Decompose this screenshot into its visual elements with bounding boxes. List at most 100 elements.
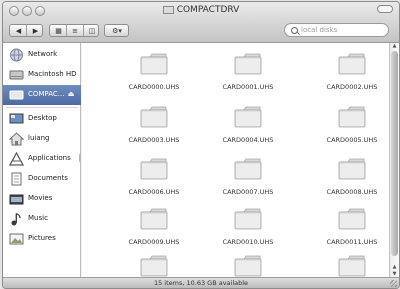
- file-item[interactable]: [317, 253, 387, 277]
- file-label: CARD0004.UHS: [222, 136, 274, 144]
- folder-icon: [338, 53, 366, 75]
- folder-icon: [140, 53, 168, 75]
- file-item[interactable]: CARD0001.UHS: [213, 51, 283, 101]
- sidebar-item-desktop[interactable]: Desktop: [3, 109, 81, 129]
- sidebar-item-network[interactable]: Network: [3, 45, 81, 65]
- file-item[interactable]: [213, 253, 283, 277]
- folder-icon: [140, 208, 168, 230]
- movies-icon: [9, 194, 24, 205]
- sidebar-item-label: luiang: [28, 134, 50, 142]
- file-label: CARD0007.UHS: [222, 188, 274, 196]
- scroll-up-icon[interactable]: ▲: [391, 264, 398, 270]
- sidebar-resize-handle[interactable]: [79, 154, 81, 162]
- file-label: CARD0008.UHS: [326, 188, 378, 196]
- status-text: 15 items, 10.63 GB available: [153, 279, 249, 287]
- column-view-icon: ◫: [88, 26, 96, 35]
- folder-icon: [338, 255, 366, 277]
- status-bar: 15 items, 10.63 GB available: [3, 277, 399, 288]
- home-icon: [9, 132, 24, 146]
- sidebar-item-compactdrv[interactable]: COMPAC... ⏏: [3, 85, 81, 105]
- music-icon: [11, 212, 21, 226]
- folder-icon: [338, 106, 366, 128]
- file-label: CARD0009.UHS: [128, 238, 180, 246]
- sidebar-item-label: COMPAC...: [28, 90, 65, 98]
- sidebar-item-documents[interactable]: Documents: [3, 169, 81, 189]
- file-item[interactable]: CARD0000.UHS: [119, 51, 189, 101]
- hard-disk-icon: [9, 70, 24, 80]
- folder-icon: [140, 158, 168, 180]
- file-item[interactable]: CARD0006.UHS: [119, 156, 189, 206]
- pictures-icon: [9, 233, 24, 245]
- folder-icon: [234, 255, 262, 277]
- file-label: CARD0000.UHS: [128, 83, 180, 91]
- search-field[interactable]: local disks: [284, 23, 389, 37]
- folder-icon: [140, 255, 168, 277]
- file-label: CARD0010.UHS: [222, 238, 274, 246]
- desktop-icon: [9, 113, 24, 124]
- window-title: COMPACTDRV: [3, 5, 399, 15]
- file-label: CARD0005.UHS: [326, 136, 378, 144]
- sidebar-item-label: Movies: [28, 194, 53, 202]
- sidebar-item-label: Macintosh HD: [28, 70, 77, 78]
- toolbar-toggle-button[interactable]: [377, 5, 393, 13]
- gear-icon: ⚙▾: [112, 26, 122, 35]
- applications-icon: [9, 152, 24, 166]
- documents-icon: [11, 172, 22, 186]
- list-view-icon: ≡: [72, 26, 78, 35]
- column-view-button[interactable]: ◫: [83, 25, 100, 36]
- folder-icon: [234, 106, 262, 128]
- file-item[interactable]: CARD0011.UHS: [317, 206, 387, 256]
- sidebar-item-label: Applications: [28, 154, 71, 162]
- file-label: CARD0001.UHS: [222, 83, 274, 91]
- file-item[interactable]: CARD0009.UHS: [119, 206, 189, 256]
- folder-icon: [234, 208, 262, 230]
- file-label: CARD0011.UHS: [326, 238, 378, 246]
- sidebar-item-macintosh-hd[interactable]: Macintosh HD: [3, 65, 81, 85]
- folder-icon: [338, 158, 366, 180]
- icon-view-icon[interactable]: ▦: [50, 25, 67, 36]
- sidebar-item-label: Documents: [28, 174, 68, 182]
- file-item[interactable]: CARD0010.UHS: [213, 206, 283, 256]
- file-item[interactable]: CARD0004.UHS: [213, 104, 283, 154]
- action-menu-button[interactable]: ⚙▾: [104, 24, 129, 37]
- sidebar-item-label: Network: [28, 50, 58, 58]
- forward-arrow-icon: ▶: [32, 26, 39, 35]
- sidebar-item-movies[interactable]: Movies: [3, 189, 81, 209]
- network-globe-icon: [10, 48, 23, 62]
- back-arrow-icon[interactable]: ◀: [10, 25, 27, 36]
- resize-grip-icon[interactable]: [390, 280, 397, 287]
- folder-icon: [338, 208, 366, 230]
- sidebar-item-label: Music: [28, 214, 48, 222]
- forward-button[interactable]: ▶: [26, 25, 44, 36]
- file-grid: CARD0000.UHS CARD0001.UHS CARD0002.UHS CARD…: [82, 43, 389, 277]
- sidebar-item-music[interactable]: Music: [3, 209, 81, 229]
- file-item[interactable]: CARD0002.UHS: [317, 51, 387, 101]
- sidebar: Network Macintosh HD COMPAC... ⏏ Desktop: [3, 43, 81, 277]
- file-item[interactable]: CARD0005.UHS: [317, 104, 387, 154]
- list-view-button[interactable]: ≡: [66, 25, 83, 36]
- sidebar-item-label: Pictures: [28, 234, 56, 242]
- sidebar-divider: [6, 107, 78, 108]
- folder-icon: [140, 106, 168, 128]
- back-forward-group: ◀ ▶: [9, 24, 43, 37]
- sidebar-item-applications[interactable]: Applications: [3, 149, 81, 169]
- scroll-thumb[interactable]: [391, 51, 398, 256]
- file-item[interactable]: CARD0008.UHS: [317, 156, 387, 206]
- vertical-scrollbar[interactable]: ▲ ▲ ▼: [389, 43, 399, 277]
- scroll-up-icon[interactable]: ▲: [391, 43, 398, 49]
- search-icon: [291, 27, 298, 34]
- sidebar-item-home[interactable]: luiang: [3, 129, 81, 149]
- finder-window: COMPACTDRV ◀ ▶ ▦ ≡ ◫ ⚙▾ local disks Netw…: [2, 1, 400, 289]
- view-mode-group: ▦ ≡ ◫: [49, 24, 99, 37]
- title-bar: COMPACTDRV ◀ ▶ ▦ ≡ ◫ ⚙▾ local disks: [3, 2, 399, 43]
- folder-icon: [234, 53, 262, 75]
- file-item[interactable]: CARD0007.UHS: [213, 156, 283, 206]
- search-placeholder: local disks: [301, 26, 338, 34]
- sidebar-item-pictures[interactable]: Pictures: [3, 229, 81, 249]
- file-item[interactable]: [119, 253, 189, 277]
- file-label: CARD0002.UHS: [326, 83, 378, 91]
- eject-icon[interactable]: ⏏: [67, 90, 75, 98]
- file-item[interactable]: CARD0003.UHS: [119, 104, 189, 154]
- file-label: CARD0003.UHS: [128, 136, 180, 144]
- file-label: CARD0006.UHS: [128, 188, 180, 196]
